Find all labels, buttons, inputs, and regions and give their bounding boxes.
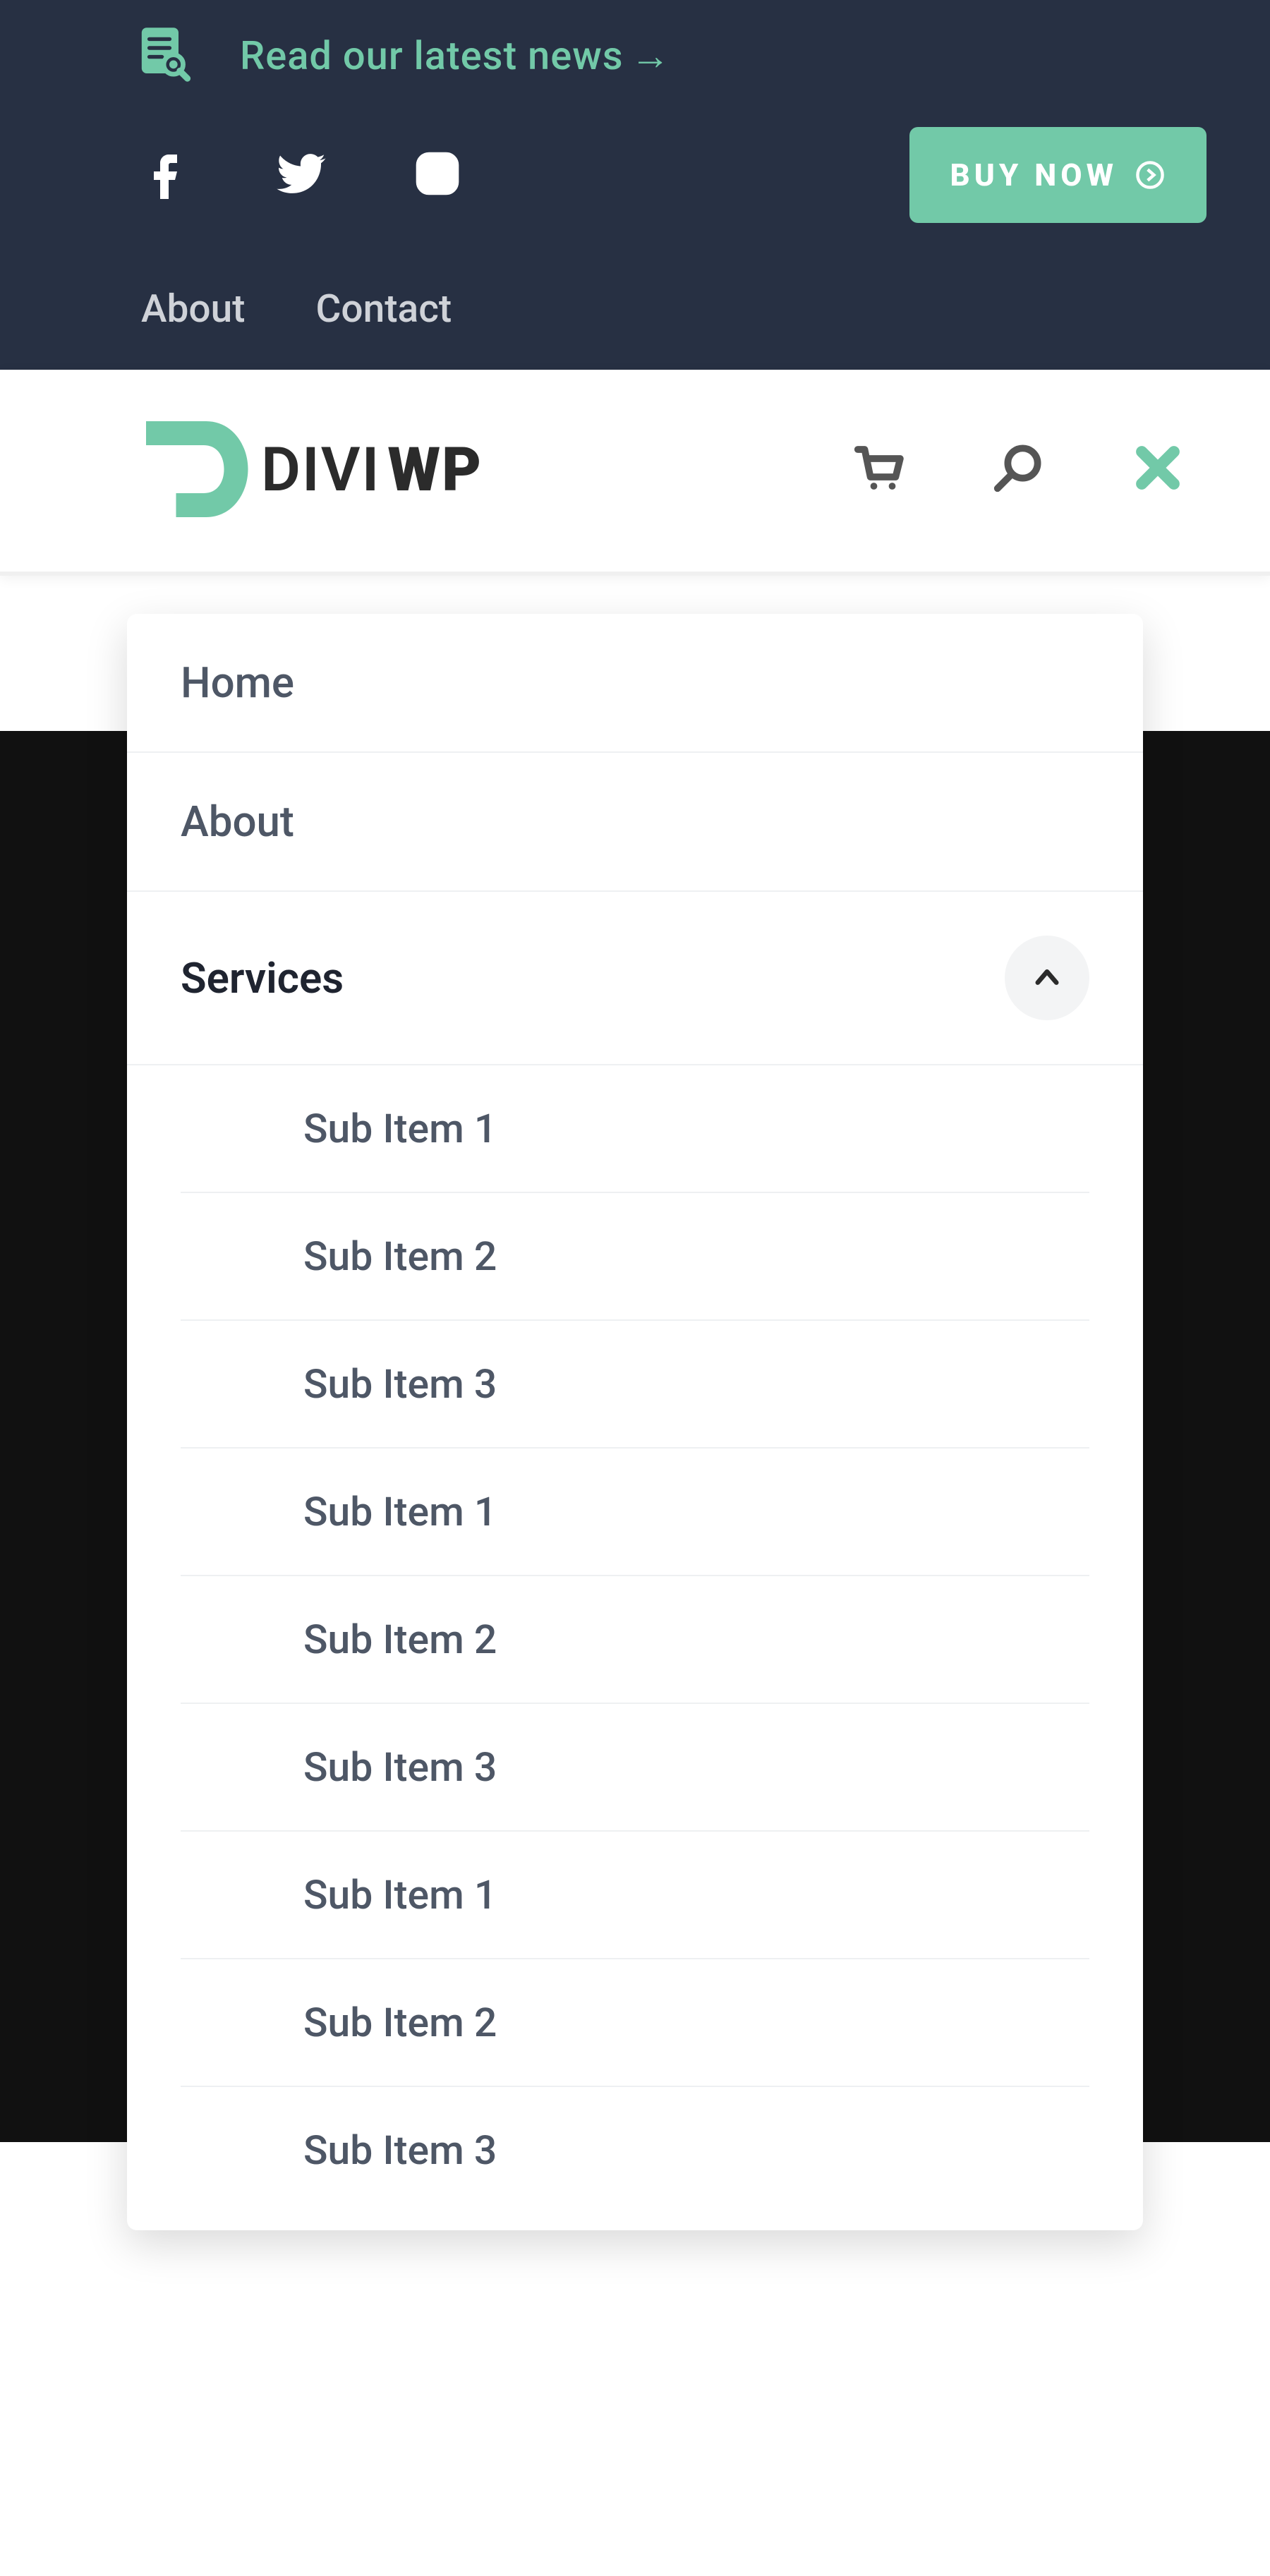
submenu-item[interactable]: Sub Item 1 — [181, 1065, 1089, 1193]
submenu-label: Sub Item 2 — [303, 1999, 497, 2046]
submenu-item[interactable]: Sub Item 1 — [181, 1449, 1089, 1576]
news-link[interactable]: Read our latest news → — [240, 32, 671, 79]
twitter-icon[interactable] — [277, 148, 327, 202]
submenu-item[interactable]: Sub Item 3 — [181, 1321, 1089, 1449]
menu-item-label: About — [181, 797, 294, 847]
chevron-up-icon — [1032, 962, 1063, 993]
submenu-label: Sub Item 1 — [303, 1871, 497, 1918]
arrow-right-icon: → — [631, 32, 671, 79]
collapse-toggle[interactable] — [1005, 936, 1089, 1020]
document-search-icon — [134, 23, 198, 89]
facebook-icon[interactable] — [141, 148, 192, 202]
submenu-label: Sub Item 1 — [303, 1105, 497, 1152]
news-row: Read our latest news → — [56, 23, 1214, 127]
news-link-label: Read our latest news — [240, 32, 624, 79]
social-row: BUY NOW — [56, 127, 1214, 286]
submenu-item[interactable]: Sub Item 1 — [181, 1832, 1089, 1959]
site-logo[interactable]: DIVIWP — [134, 409, 483, 529]
circle-arrow-icon — [1135, 159, 1166, 191]
submenu-item[interactable]: Sub Item 3 — [181, 2087, 1089, 2230]
submenu-label: Sub Item 1 — [303, 1488, 497, 1535]
instagram-icon[interactable] — [412, 148, 463, 202]
buy-now-button[interactable]: BUY NOW — [909, 127, 1207, 223]
submenu-label: Sub Item 2 — [303, 1233, 497, 1280]
submenu-label: Sub Item 2 — [303, 1616, 497, 1663]
util-link-about[interactable]: About — [141, 286, 246, 332]
buy-now-label: BUY NOW — [950, 157, 1118, 193]
submenu-label: Sub Item 3 — [303, 1743, 497, 1791]
submenu-label: Sub Item 3 — [303, 2127, 497, 2174]
menu-item-about[interactable]: About — [127, 753, 1143, 892]
mobile-menu-dropdown: Home About Services Sub Item 1 Sub Item … — [127, 614, 1143, 2230]
submenu-item[interactable]: Sub Item 3 — [181, 1704, 1089, 1832]
logo-text-wp: WP — [387, 434, 483, 505]
logo-text-divi: DIVI — [261, 434, 380, 505]
top-utility-bar: Read our latest news → BUY NOW — [0, 0, 1270, 370]
logo-mark-icon — [134, 409, 254, 529]
util-link-contact[interactable]: Contact — [316, 286, 452, 332]
submenu-label: Sub Item 3 — [303, 1360, 497, 1408]
submenu-item[interactable]: Sub Item 2 — [181, 1959, 1089, 2087]
close-icon[interactable] — [1130, 440, 1185, 498]
submenu-item[interactable]: Sub Item 2 — [181, 1193, 1089, 1321]
search-icon[interactable] — [991, 440, 1046, 498]
menu-item-label: Services — [181, 953, 344, 1003]
submenu-item[interactable]: Sub Item 2 — [181, 1576, 1089, 1704]
main-header: DIVIWP — [0, 370, 1270, 576]
menu-item-label: Home — [181, 658, 294, 708]
utility-links: About Contact — [56, 286, 1214, 332]
cart-icon[interactable] — [851, 440, 906, 498]
menu-item-home[interactable]: Home — [127, 614, 1143, 753]
menu-item-services[interactable]: Services — [127, 892, 1143, 1065]
